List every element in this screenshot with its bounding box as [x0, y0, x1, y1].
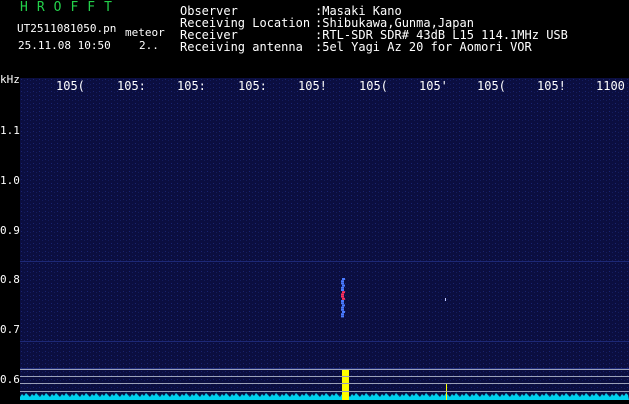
x-tick: 105': [419, 79, 448, 93]
meteor-echo: [341, 289, 344, 291]
meteor-echo: [342, 304, 345, 307]
info-key-antenna: Receiving antenna: [180, 40, 303, 54]
meteor-echo: [341, 313, 344, 316]
meteor-echo: [341, 302, 344, 305]
spectrogram: [20, 78, 629, 400]
y-tick: 0.7: [0, 323, 20, 336]
info-value-antenna: :5el Yagi Az 20 for Aomori VOR: [315, 40, 532, 54]
meteor-echo: [341, 308, 344, 311]
meteor-echo: [341, 315, 344, 318]
app-title: HROFFT: [20, 0, 121, 15]
y-tick: 0.8: [0, 273, 20, 286]
x-tick: 105!: [537, 79, 566, 93]
interference-band: [20, 341, 629, 342]
meteor-echo: [341, 295, 344, 298]
reference-line: [20, 369, 629, 370]
x-tick: 105:: [117, 79, 146, 93]
y-tick: 1.0: [0, 174, 20, 187]
meteor-echo: [341, 306, 344, 309]
meteor-echo: [342, 284, 345, 287]
meteor-echo: [342, 291, 345, 294]
meteor-echo: [341, 293, 344, 296]
reference-line: [20, 376, 629, 377]
meteor-echo: [342, 297, 345, 300]
reference-line: [20, 391, 629, 392]
carrier-peak: [342, 370, 349, 400]
event-count: 2..: [139, 39, 159, 52]
event-tag: meteor: [125, 26, 165, 39]
reference-line: [20, 383, 629, 384]
spectrogram-canvas: [20, 78, 629, 400]
x-tick: 105(: [359, 79, 388, 93]
meteor-echo: [341, 300, 344, 302]
x-tick: 105!: [298, 79, 327, 93]
x-tick: 105(: [477, 79, 506, 93]
y-tick: 0.6: [0, 373, 20, 386]
filename: UT2511081050.pn: [17, 22, 117, 35]
x-tick: 1100: [596, 79, 625, 93]
minor-peak: [446, 384, 447, 400]
x-tick: 105:: [238, 79, 267, 93]
noise-background: [20, 78, 629, 400]
y-tick: 1.1: [0, 124, 20, 137]
meteor-echo: [342, 311, 345, 313]
meteor-echo: [341, 282, 344, 285]
y-axis-unit: kHz: [0, 73, 20, 86]
x-tick: 105(: [56, 79, 85, 93]
x-tick: 105:: [177, 79, 206, 93]
meteor-echo: [341, 286, 344, 289]
minor-echo: [445, 298, 446, 301]
meteor-echo: [342, 278, 345, 280]
y-tick: 0.9: [0, 224, 20, 237]
interference-band: [20, 261, 629, 262]
meteor-echo: [341, 280, 344, 283]
timestamp: 25.11.08 10:50: [18, 39, 111, 52]
